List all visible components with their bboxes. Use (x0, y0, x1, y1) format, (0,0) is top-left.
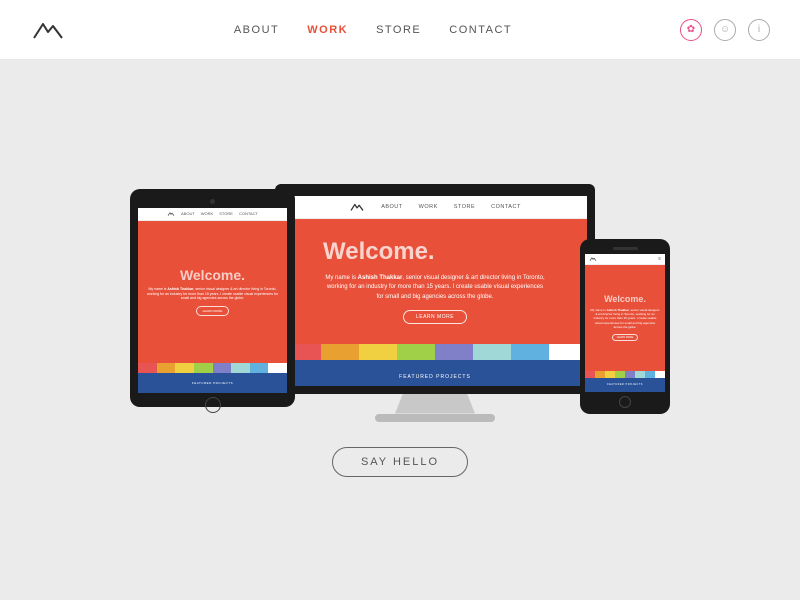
tablet-home-button[interactable] (205, 397, 221, 413)
phone-color-bars (585, 371, 665, 378)
monitor-stand (395, 394, 475, 414)
monitor-screen-nav: ABOUT WORK STORE CONTACT (283, 196, 587, 219)
phone-screen-footer: FEATURED PROJECTS (585, 378, 665, 392)
tablet-screen-hero: Welcome. My name is Ashish Thakkar, seni… (138, 221, 287, 363)
phone-screen: ≡ Welcome. My name is Ashish Thakkar, se… (585, 254, 665, 392)
phone-screen-hero: Welcome. My name is Ashish Thakkar, seni… (585, 265, 665, 371)
nav-about[interactable]: ABOUT (234, 24, 279, 36)
main-content: ABOUTWORKSTORECONTACT Welcome. My name i… (0, 60, 800, 600)
monitor-learn-more[interactable]: LEARN MORE (403, 310, 467, 324)
monitor-hero-text: My name is Ashish Thakkar, senior visual… (323, 274, 547, 303)
dribbble-icon[interactable]: ✿ (680, 19, 702, 41)
social-icons: ✿ ☺ i (680, 19, 770, 41)
say-hello-area: SAY HELLO (332, 447, 468, 477)
monitor-base (375, 414, 495, 422)
main-nav: ABOUT WORK STORE CONTACT (234, 24, 512, 36)
monitor-hero-title: Welcome. (323, 238, 435, 266)
logo-icon (30, 16, 66, 44)
header: ABOUT WORK STORE CONTACT ✿ ☺ i (0, 0, 800, 60)
devices-showcase: ABOUTWORKSTORECONTACT Welcome. My name i… (130, 184, 670, 422)
smiley-icon[interactable]: ☺ (714, 19, 736, 41)
phone-hero-text: My name is Ashish Thakkar, senior visual… (590, 308, 660, 329)
tablet-camera (210, 199, 215, 204)
monitor-screen-logo (349, 201, 365, 213)
tablet-screen-nav: ABOUTWORKSTORECONTACT (138, 208, 287, 221)
monitor-color-bars (283, 344, 587, 360)
monitor-body: ABOUT WORK STORE CONTACT Welcome. My nam… (275, 184, 595, 394)
phone-hero-title: Welcome. (604, 294, 646, 304)
tablet-color-bars (138, 363, 287, 373)
nav-store[interactable]: STORE (376, 24, 421, 36)
monitor-device: ABOUT WORK STORE CONTACT Welcome. My nam… (275, 184, 595, 422)
tablet-screen-footer: FEATURED PROJECTS (138, 373, 287, 393)
phone-body: ≡ Welcome. My name is Ashish Thakkar, se… (580, 239, 670, 414)
info-icon[interactable]: i (748, 19, 770, 41)
monitor-screen-footer: FEATURED PROJECTS (283, 360, 587, 386)
phone-screen-nav: ≡ (585, 254, 665, 265)
logo[interactable] (30, 16, 66, 44)
nav-contact[interactable]: CONTACT (449, 24, 512, 36)
phone-learn-more[interactable]: LEARN MORE (612, 334, 639, 341)
phone-screen-logo (589, 256, 597, 262)
phone-device: ≡ Welcome. My name is Ashish Thakkar, se… (580, 239, 670, 414)
tablet-learn-more[interactable]: LEARN MORE (196, 306, 230, 316)
tablet-screen: ABOUTWORKSTORECONTACT Welcome. My name i… (138, 208, 287, 393)
tablet-hero-title: Welcome. (180, 267, 245, 283)
say-hello-button[interactable]: SAY HELLO (332, 447, 468, 477)
tablet-screen-logo (167, 211, 175, 217)
phone-home-button[interactable] (619, 396, 631, 408)
monitor-footer-label: FEATURED PROJECTS (399, 374, 471, 380)
monitor-hero: Welcome. My name is Ashish Thakkar, seni… (283, 219, 587, 344)
phone-footer-label: FEATURED PROJECTS (607, 383, 643, 386)
nav-work[interactable]: WORK (307, 24, 348, 36)
monitor-screen: ABOUT WORK STORE CONTACT Welcome. My nam… (283, 196, 587, 386)
tablet-device: ABOUTWORKSTORECONTACT Welcome. My name i… (130, 189, 295, 407)
phone-speaker (613, 247, 638, 250)
tablet-hero-text: My name is Ashish Thakkar, senior visual… (146, 287, 279, 302)
tablet-footer-label: FEATURED PROJECTS (192, 381, 233, 385)
